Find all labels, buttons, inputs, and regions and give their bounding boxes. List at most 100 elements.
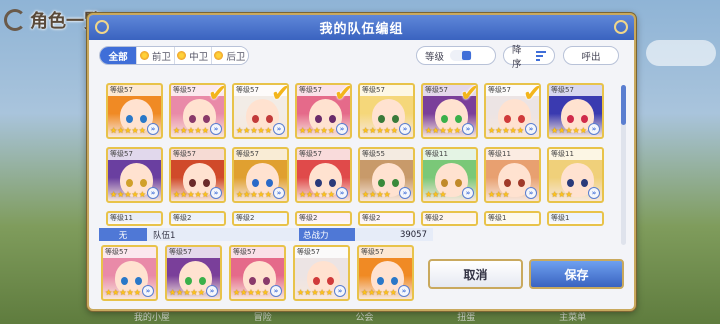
character-card[interactable]: 等级57 ★ ★ ★ ★ ★» bbox=[106, 83, 163, 139]
star-rating: ★ ★ ★ ★ ★ bbox=[299, 126, 335, 135]
filter-back-button[interactable]: 后卫 bbox=[211, 47, 248, 64]
character-card[interactable]: 等级57 ★ ★ ★ ★ ★» bbox=[232, 147, 289, 203]
card-level: 等级2 bbox=[297, 213, 350, 224]
eye-icon bbox=[315, 179, 322, 187]
filter-label: 全部 bbox=[108, 51, 128, 63]
star-icon: ★ bbox=[565, 126, 573, 135]
character-card[interactable]: 等级11 ★ ★ ★ » bbox=[547, 147, 604, 203]
card-level: 等级2 bbox=[234, 213, 287, 224]
call-button[interactable]: 呼出 bbox=[563, 46, 619, 65]
card-level: 等级55 bbox=[360, 149, 413, 160]
character-card[interactable]: 等级11 bbox=[106, 211, 163, 226]
save-label: 保存 bbox=[564, 267, 589, 282]
star-rating: ★ ★ ★ ★ ★ bbox=[110, 190, 146, 199]
cancel-button[interactable]: 取消 bbox=[428, 259, 523, 289]
star-icon: ★ bbox=[131, 190, 139, 199]
toggle-icon bbox=[450, 50, 473, 61]
character-card[interactable]: 等级57 ★ ★ ★ ★ ★» bbox=[106, 147, 163, 203]
character-card[interactable]: 等级57 ★ ★ ★ ★ ★» ✔ bbox=[232, 83, 289, 139]
eye-icon bbox=[140, 179, 147, 187]
power-value: 39057 bbox=[355, 228, 433, 241]
team-power-bar: 总战力 39057 bbox=[299, 228, 433, 241]
star-icon: ★ bbox=[327, 126, 335, 135]
star-icon: ★ bbox=[133, 288, 141, 297]
character-card[interactable]: 等级57 ★ ★ ★ ★ ★» bbox=[165, 245, 222, 301]
star-icon: ★ bbox=[502, 126, 510, 135]
sort-order-button[interactable]: 降序 bbox=[503, 45, 555, 70]
character-card[interactable]: 等级55 ★ ★ ★ ★ » bbox=[358, 147, 415, 203]
character-card[interactable]: 等级2 bbox=[232, 211, 289, 226]
filter-front-button[interactable]: 前卫 bbox=[137, 47, 175, 64]
team-slots: 等级57 ★ ★ ★ ★ ★» 等级57 ★ ★ ★ ★ ★» 等级57 ★ ★ ★ ★ ★» 等级57 ★ ★ ★ ★ ★»… bbox=[101, 245, 414, 305]
filter-label: 中卫 bbox=[189, 51, 209, 63]
card-level: 等级2 bbox=[171, 213, 224, 224]
roster-scrollbar[interactable] bbox=[621, 85, 626, 245]
character-card[interactable]: 等级2 bbox=[295, 211, 352, 226]
detail-arrow-icon: » bbox=[462, 123, 474, 135]
scroll-thumb[interactable] bbox=[621, 85, 626, 125]
character-card[interactable]: 等级2 bbox=[421, 211, 478, 226]
star-icon: ★ bbox=[138, 190, 146, 199]
character-card[interactable]: 等级57 ★ ★ ★ ★ ★» ✔ bbox=[484, 83, 541, 139]
eye-icon bbox=[327, 277, 334, 285]
eye-icon bbox=[252, 115, 259, 123]
save-button[interactable]: 保存 bbox=[529, 259, 624, 289]
star-icon: ★ bbox=[383, 126, 391, 135]
filter-all-button[interactable]: 全部 bbox=[100, 47, 138, 64]
star-icon: ★ bbox=[572, 126, 580, 135]
detail-arrow-icon: » bbox=[525, 123, 537, 135]
character-card[interactable]: 等级57 ★ ★ ★ ★ ★» bbox=[547, 83, 604, 139]
card-level: 等级57 bbox=[359, 247, 412, 258]
detail-arrow-icon: » bbox=[462, 187, 474, 199]
star-icon: ★ bbox=[320, 126, 328, 135]
character-card[interactable]: 等级57 ★ ★ ★ ★ ★» ✔ bbox=[295, 83, 352, 139]
character-card[interactable]: 等级57 ★ ★ ★ ★ ★» bbox=[358, 83, 415, 139]
eye-icon bbox=[266, 115, 273, 123]
character-card[interactable]: 等级57 ★ ★ ★ ★ ★» ✔ bbox=[421, 83, 478, 139]
star-icon: ★ bbox=[565, 190, 573, 199]
character-card[interactable]: 等级2 bbox=[358, 211, 415, 226]
eye-icon bbox=[252, 179, 259, 187]
character-card[interactable]: 等级11 ★ ★ ★ » bbox=[484, 147, 541, 203]
star-icon: ★ bbox=[124, 190, 132, 199]
star-rating: ★ ★ ★ bbox=[551, 190, 573, 199]
star-icon: ★ bbox=[126, 288, 134, 297]
eye-icon bbox=[441, 115, 448, 123]
detail-arrow-icon: » bbox=[210, 187, 222, 199]
character-card[interactable]: 等级2 bbox=[169, 211, 226, 226]
filter-label: 前卫 bbox=[151, 51, 171, 63]
star-icon: ★ bbox=[516, 126, 524, 135]
character-card[interactable]: 等级57 ★ ★ ★ ★ ★» bbox=[357, 245, 414, 301]
detail-arrow-icon: » bbox=[142, 285, 154, 297]
selected-check-icon: ✔ bbox=[207, 83, 226, 107]
bg-tab: 我的小屋 bbox=[133, 313, 170, 323]
character-card[interactable]: 等级1 bbox=[547, 211, 604, 226]
eye-icon bbox=[581, 115, 588, 123]
eye-icon bbox=[567, 115, 574, 123]
eye-icon bbox=[392, 115, 399, 123]
detail-arrow-icon: » bbox=[336, 187, 348, 199]
eye-icon bbox=[441, 179, 448, 187]
character-card[interactable]: 等级57 ★ ★ ★ ★ ★» ✔ bbox=[169, 83, 226, 139]
filter-middle-button[interactable]: 中卫 bbox=[174, 47, 212, 64]
sort-level-button[interactable]: 等级 bbox=[416, 46, 496, 65]
character-card[interactable]: 等级57 ★ ★ ★ ★ ★» bbox=[295, 147, 352, 203]
character-card[interactable]: 等级1 bbox=[484, 211, 541, 226]
character-card[interactable]: 等级57 ★ ★ ★ ★ ★» bbox=[169, 147, 226, 203]
star-icon: ★ bbox=[138, 126, 146, 135]
star-icon: ★ bbox=[311, 288, 319, 297]
dialog-header: 我的队伍编组 bbox=[89, 15, 634, 40]
character-card[interactable]: 等级57 ★ ★ ★ ★ ★» bbox=[293, 245, 350, 301]
detail-arrow-icon: » bbox=[588, 123, 600, 135]
star-icon: ★ bbox=[250, 190, 258, 199]
card-level: 等级57 bbox=[549, 85, 602, 96]
star-icon: ★ bbox=[389, 288, 397, 297]
character-card[interactable]: 等级11 ★ ★ ★ » bbox=[421, 147, 478, 203]
star-rating: ★ ★ ★ ★ ★ bbox=[362, 126, 398, 135]
character-card[interactable]: 等级57 ★ ★ ★ ★ ★» bbox=[229, 245, 286, 301]
character-card[interactable]: 等级57 ★ ★ ★ ★ ★» bbox=[101, 245, 158, 301]
star-icon: ★ bbox=[201, 126, 209, 135]
star-rating: ★ ★ ★ ★ ★ bbox=[105, 288, 141, 297]
card-level: 等级1 bbox=[549, 213, 602, 224]
eye-icon bbox=[315, 115, 322, 123]
